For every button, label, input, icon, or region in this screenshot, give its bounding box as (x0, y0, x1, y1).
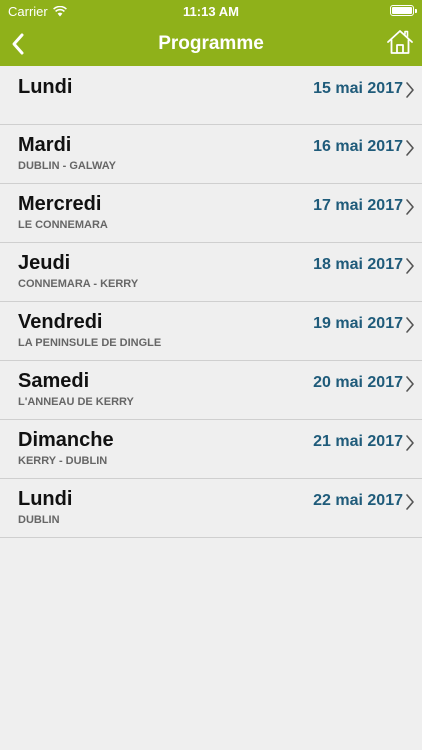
itinerary-label: DUBLIN (18, 514, 60, 526)
itinerary-label: L'ANNEAU DE KERRY (18, 396, 134, 408)
header: Carrier 11:13 AM Programme (0, 0, 422, 66)
date-label: 22 mai 2017 (313, 492, 403, 509)
itinerary-label: KERRY - DUBLIN (18, 455, 108, 467)
date-label: 17 mai 2017 (313, 197, 403, 214)
itinerary-label: CONNEMARA - KERRY (18, 278, 139, 290)
battery-level (392, 7, 412, 14)
date-label: 20 mai 2017 (313, 374, 403, 391)
itinerary-label: LA PENINSULE DE DINGLE (18, 337, 162, 349)
chevron-right-icon (406, 199, 414, 215)
chevron-right-icon (406, 140, 414, 156)
day-label: Mercredi (18, 193, 102, 215)
itinerary-label: LE CONNEMARA (18, 219, 108, 231)
list-item[interactable]: Samedi L'ANNEAU DE KERRY 20 mai 2017 (0, 361, 422, 420)
list-item[interactable]: Lundi DUBLIN 22 mai 2017 (0, 479, 422, 538)
date-label: 21 mai 2017 (313, 433, 403, 450)
day-label: Dimanche (18, 429, 114, 451)
list-item[interactable]: Mardi DUBLIN - GALWAY 16 mai 2017 (0, 125, 422, 184)
home-icon (387, 30, 413, 54)
status-time: 11:13 AM (183, 4, 239, 19)
day-label: Jeudi (18, 252, 71, 274)
date-label: 15 mai 2017 (313, 80, 403, 97)
date-label: 18 mai 2017 (313, 256, 403, 273)
chevron-right-icon (406, 82, 414, 98)
itinerary-label: DUBLIN - GALWAY (18, 160, 116, 172)
list-item[interactable]: Lundi 15 mai 2017 (0, 66, 422, 125)
day-label: Samedi (18, 370, 90, 392)
status-bar: Carrier 11:13 AM (0, 0, 422, 22)
nav-bar: Programme (0, 22, 422, 66)
chevron-right-icon (406, 435, 414, 451)
list-item[interactable]: Dimanche KERRY - DUBLIN 21 mai 2017 (0, 420, 422, 479)
programme-list: Lundi 15 mai 2017 Mardi DUBLIN - GALWAY … (0, 66, 422, 538)
list-item[interactable]: Vendredi LA PENINSULE DE DINGLE 19 mai 2… (0, 302, 422, 361)
chevron-right-icon (406, 494, 414, 510)
home-button[interactable] (386, 28, 414, 56)
day-label: Mardi (18, 134, 72, 156)
page-title: Programme (158, 33, 264, 54)
battery-icon (390, 5, 417, 16)
chevron-right-icon (406, 258, 414, 274)
chevron-right-icon (406, 317, 414, 333)
day-label: Lundi (18, 488, 73, 510)
list-item[interactable]: Mercredi LE CONNEMARA 17 mai 2017 (0, 184, 422, 243)
day-label: Vendredi (18, 311, 103, 333)
day-label: Lundi (18, 76, 73, 98)
date-label: 19 mai 2017 (313, 315, 403, 332)
date-label: 16 mai 2017 (313, 138, 403, 155)
list-item[interactable]: Jeudi CONNEMARA - KERRY 18 mai 2017 (0, 243, 422, 302)
chevron-right-icon (406, 376, 414, 392)
